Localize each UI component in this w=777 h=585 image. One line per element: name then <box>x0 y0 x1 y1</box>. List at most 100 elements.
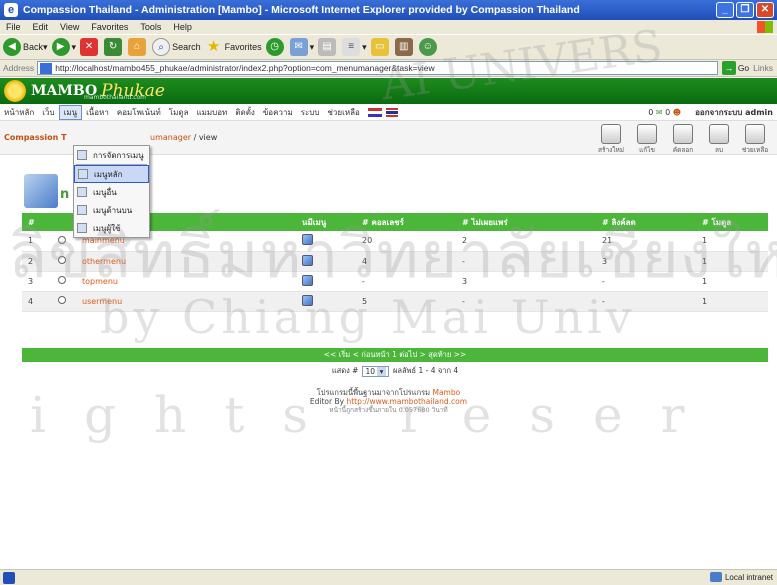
table-row: 2 othermenu 4 - 3 1 <box>22 251 768 272</box>
published-count: 20 <box>356 231 456 252</box>
links-button[interactable]: Links <box>753 63 773 73</box>
nav-item-components[interactable]: คอมโพเน้นท์ <box>113 106 165 119</box>
ie-logo-icon: e <box>4 3 18 17</box>
nav-item-system[interactable]: ระบบ <box>297 106 324 119</box>
address-input[interactable]: http://localhost/mambo455_phukae/adminis… <box>37 61 718 75</box>
nav-item-installers[interactable]: ติดตั้ง <box>231 106 259 119</box>
mambothailand-link[interactable]: http://www.mambothailand.com <box>346 397 467 406</box>
edit-menu-items-icon[interactable] <box>302 294 313 306</box>
row-radio[interactable] <box>58 235 66 244</box>
menu-name-link[interactable]: othermenu <box>76 251 296 272</box>
window-titlebar: e Compassion Thailand - Administration [… <box>0 0 777 20</box>
dropdown-item-usermenu[interactable]: เมนูผู้ใช้ <box>74 219 149 237</box>
menu-name-link[interactable]: topmenu <box>76 271 296 292</box>
maximize-button[interactable]: ❐ <box>736 2 754 18</box>
nav-item-help[interactable]: ช่วยเหลือ <box>323 106 363 119</box>
modules-count: 1 <box>696 271 768 292</box>
footer-line-1: โปรแกรมนี้พื้นฐานมาจากโปรแกรม Mambo <box>0 388 777 397</box>
nav-item-mambots[interactable]: แมมบอท <box>192 106 231 119</box>
table-row: 3 topmenu - 3 - 1 <box>22 271 768 292</box>
home-button[interactable]: ⌂ <box>128 38 148 56</box>
dropdown-item-label: การจัดการเมนู <box>93 150 144 160</box>
edit-menu-items-icon[interactable] <box>302 254 313 266</box>
row-radio[interactable] <box>58 256 66 264</box>
windows-logo-icon <box>757 21 773 33</box>
minimize-button[interactable]: _ <box>716 2 734 18</box>
results-count: ผลลัพธ์ 1 - 4 จาก 4 <box>392 366 459 375</box>
english-flag-icon[interactable] <box>367 107 382 117</box>
footer-powered-by: โปรแกรมนี้พื้นฐานมาจากโปรแกรม <box>316 388 433 397</box>
search-label: Search <box>172 42 201 52</box>
stop-button[interactable]: ✕ <box>80 38 100 56</box>
dropdown-item-label: เมนูหลัก <box>94 169 123 179</box>
nav-item-home[interactable]: หน้าหลัก <box>0 106 38 119</box>
topmenu-icon <box>77 205 87 215</box>
unpublished-count: - <box>456 291 596 312</box>
favorites-button[interactable]: ★ Favorites <box>205 38 262 56</box>
go-button[interactable]: → Go <box>721 61 749 75</box>
nav-item-messages[interactable]: ข้อความ <box>259 106 297 119</box>
dropdown-item-othermenu[interactable]: เมนูอื่น <box>74 183 149 201</box>
menu-edit[interactable]: Edit <box>27 22 55 32</box>
history-icon: ◷ <box>265 38 284 56</box>
star-icon: ★ <box>206 38 221 55</box>
delete-button[interactable]: ลบ <box>701 121 737 155</box>
page-footer: โปรแกรมนี้พื้นฐานมาจากโปรแกรม Mambo Edit… <box>0 388 777 415</box>
window-title: Compassion Thailand - Administration [Ma… <box>23 4 580 16</box>
go-arrow-icon: → <box>721 61 736 75</box>
usermenu-icon <box>77 223 87 233</box>
back-button[interactable]: ◀ Back ▾ <box>3 38 48 56</box>
dropdown-item-label: เมนูอื่น <box>93 187 117 197</box>
print-button[interactable]: ▤ <box>318 38 338 56</box>
menu-favorites[interactable]: Favorites <box>85 22 134 32</box>
page-status-icon <box>3 572 15 584</box>
mambo-logo-icon <box>4 80 26 102</box>
row-number: 4 <box>22 291 52 312</box>
row-radio[interactable] <box>58 296 66 304</box>
edit-button[interactable]: ≡ ▾ <box>342 38 367 56</box>
breadcrumb-component[interactable]: umanager <box>150 133 191 142</box>
edit-menu-items-icon[interactable] <box>302 274 313 286</box>
site-name: Compassion T <box>4 133 67 142</box>
col-trash: # ลิงค์ลด <box>596 213 696 231</box>
close-button[interactable]: ✕ <box>756 2 774 18</box>
new-button[interactable]: สร้างใหม่ <box>593 121 629 155</box>
folder-icon: ▭ <box>370 38 389 56</box>
dropdown-item-topmenu[interactable]: เมนูด้านบน <box>74 201 149 219</box>
nav-item-menu[interactable]: เมนู <box>58 104 83 120</box>
col-menu-items: นมีเมนู <box>296 213 356 231</box>
search-button[interactable]: ⌕ Search <box>152 38 201 56</box>
thai-flag-icon[interactable] <box>385 107 398 117</box>
nav-item-content[interactable]: เนื้อหา <box>82 106 113 119</box>
help-button[interactable]: ช่วยเหลือ <box>737 121 773 155</box>
menu-tools[interactable]: Tools <box>134 22 167 32</box>
menu-file[interactable]: File <box>0 22 27 32</box>
menu-view[interactable]: View <box>54 22 85 32</box>
messages-count[interactable]: 0 ✉ 0 ☻ <box>648 108 681 117</box>
history-button[interactable]: ◷ <box>265 38 286 56</box>
pagination-nav[interactable]: << เริ่ม < ก่อนหน้า 1 ต่อไป > สุดท้าย >> <box>22 348 768 362</box>
refresh-button[interactable]: ↻ <box>104 38 124 56</box>
messenger-button[interactable]: ☺ <box>418 38 439 56</box>
row-radio[interactable] <box>58 276 66 284</box>
mambo-link[interactable]: Mambo <box>432 388 460 397</box>
research-button[interactable]: ▥ <box>394 38 415 56</box>
logout-link[interactable]: ออกจากระบบ admin <box>695 106 773 119</box>
browser-menubar: File Edit View Favorites Tools Help <box>0 20 777 34</box>
back-label: Back <box>23 42 44 52</box>
menu-name-link[interactable]: usermenu <box>76 291 296 312</box>
dropdown-item-mainmenu[interactable]: เมนูหลัก <box>74 165 149 183</box>
menu-help[interactable]: Help <box>167 22 198 32</box>
per-page-select[interactable]: 10 ▾ <box>362 365 389 377</box>
forward-button[interactable]: ▶ ▾ <box>51 38 76 56</box>
mail-button[interactable]: ✉ ▾ <box>289 38 314 56</box>
nav-item-modules[interactable]: โมดูล <box>165 106 193 119</box>
nav-item-site[interactable]: เว็บ <box>38 106 58 119</box>
mainmenu-icon <box>78 169 88 179</box>
edit-menu-button[interactable]: แก้ไข <box>629 121 665 155</box>
mail-icon: ✉ <box>289 38 308 56</box>
folder-button[interactable]: ▭ <box>370 38 391 56</box>
copy-button[interactable]: คัดลอก <box>665 121 701 155</box>
edit-menu-items-icon[interactable] <box>302 234 313 246</box>
dropdown-item-menu-manager[interactable]: การจัดการเมนู <box>74 146 149 164</box>
